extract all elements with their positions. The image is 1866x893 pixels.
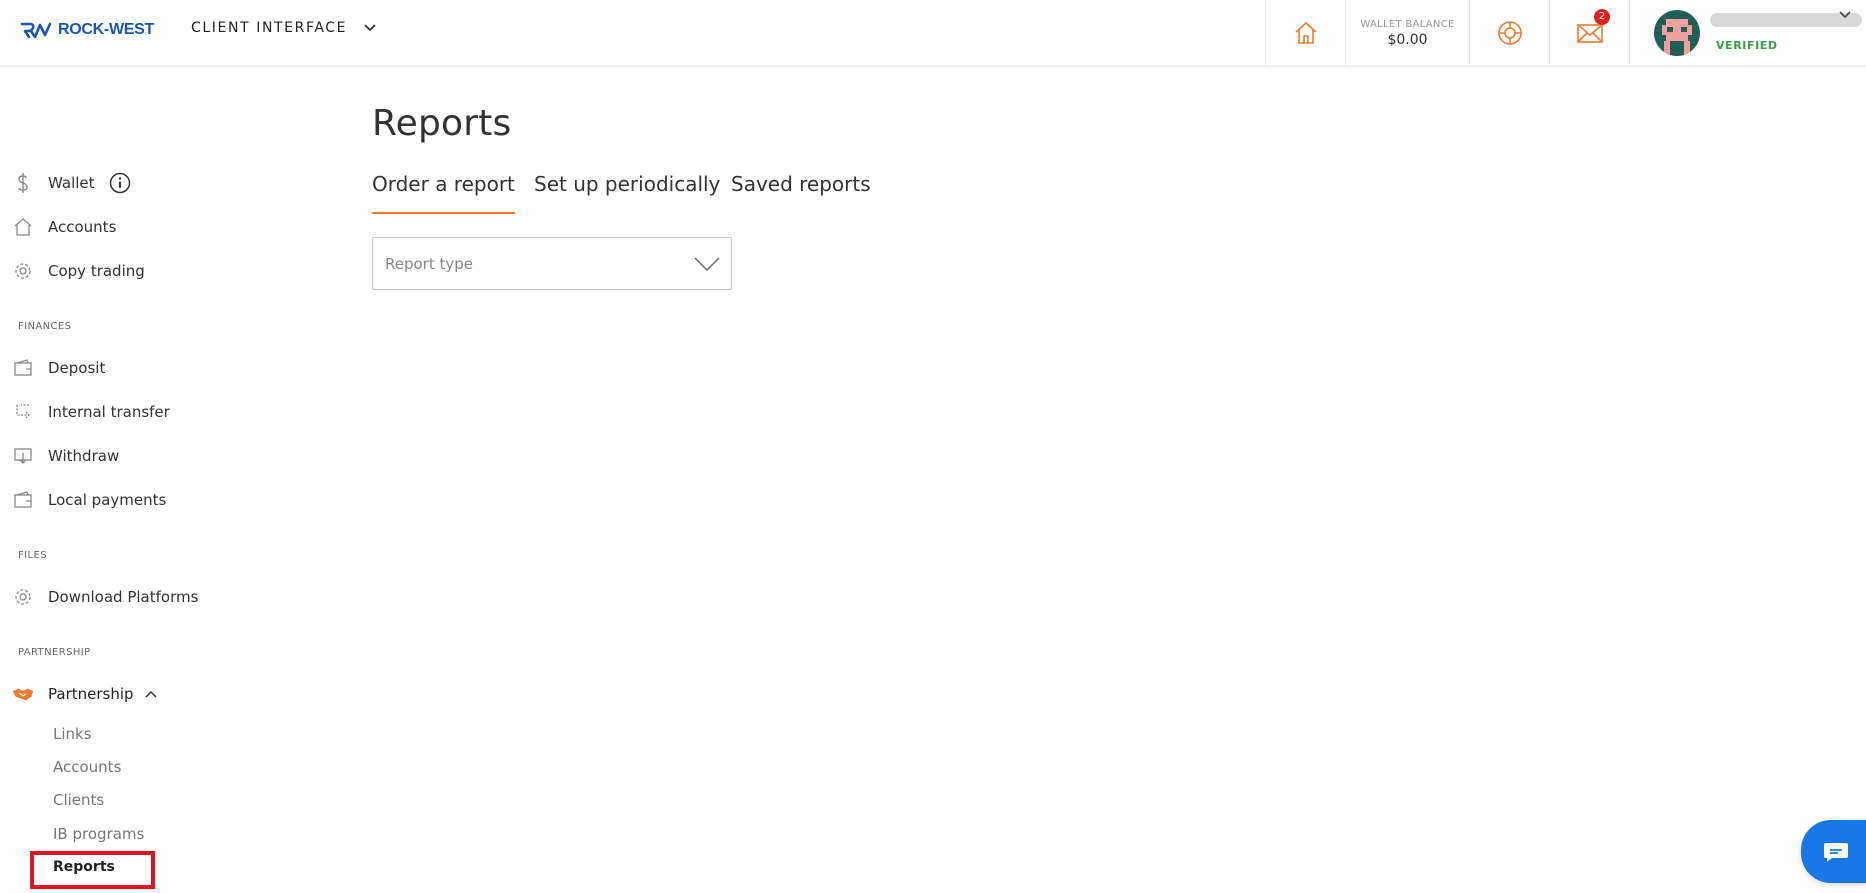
chevron-up-icon [145, 690, 157, 698]
sidebar-item-label: Partnership [48, 685, 134, 703]
rock-west-logo-icon [20, 22, 52, 39]
sidebar-item-copy-trading[interactable]: Copy trading [12, 258, 145, 284]
sidebar-item-label: Accounts [48, 218, 117, 236]
sidebar-item-label: Local payments [48, 491, 167, 509]
verified-status: VERIFIED [1716, 39, 1778, 52]
tab-set-up-periodically[interactable]: Set up periodically [534, 172, 720, 214]
support-lifebuoy-icon [1497, 21, 1522, 45]
support-button[interactable] [1469, 0, 1549, 66]
wallet-balance-value: $0.00 [1387, 31, 1428, 48]
section-heading-finances: FINANCES [18, 321, 72, 332]
sidebar-item-label: Wallet [48, 174, 95, 192]
client-interface-label: CLIENT INTERFACE [191, 20, 348, 36]
sidebar-item-label: Internal transfer [48, 403, 170, 421]
chevron-down-icon [364, 24, 376, 32]
brand-logo[interactable]: ROCK-WEST [20, 18, 154, 42]
tab-saved-reports[interactable]: Saved reports [731, 172, 871, 214]
brand-name: ROCK-WEST [58, 21, 154, 38]
sidebar-item-label: Download Platforms [48, 588, 199, 606]
sidebar-subitem-clients[interactable]: Clients [53, 791, 104, 809]
sidebar-item-label: Deposit [48, 359, 106, 377]
sidebar-item-internal-transfer[interactable]: Internal transfer [12, 399, 170, 425]
mail-icon [1576, 24, 1603, 43]
withdraw-icon [12, 445, 34, 467]
client-interface-dropdown[interactable]: CLIENT INTERFACE [191, 17, 377, 39]
chat-button[interactable] [1801, 820, 1866, 883]
sidebar-item-local-payments[interactable]: Local payments [12, 487, 166, 513]
sidebar-item-withdraw[interactable]: Withdraw [12, 443, 119, 469]
highlight-box [30, 851, 155, 889]
report-type-select[interactable]: Report type [372, 237, 732, 290]
dollar-icon [12, 172, 34, 194]
messages-button[interactable]: 2 [1549, 0, 1629, 66]
tab-order-a-report[interactable]: Order a report [372, 172, 515, 214]
wallet-balance[interactable]: WALLET BALANCE $0.00 [1345, 0, 1469, 66]
report-type-placeholder: Report type [385, 255, 474, 273]
user-menu[interactable]: VERIFIED [1629, 0, 1866, 66]
chevron-down-icon [1839, 11, 1851, 19]
chevron-down-icon [694, 257, 720, 271]
sidebar-item-wallet[interactable]: Wallet [12, 170, 131, 196]
sidebar-subitem-ib-programs[interactable]: IB programs [53, 825, 144, 843]
transfer-icon [12, 401, 34, 423]
wallet-icon [12, 489, 34, 511]
wallet-balance-label: WALLET BALANCE [1360, 18, 1455, 30]
avatar [1654, 10, 1700, 56]
wallet-icon [12, 357, 34, 379]
section-heading-files: FILES [18, 550, 47, 561]
chat-icon [1824, 842, 1848, 862]
mail-badge: 2 [1594, 9, 1610, 25]
page-title: Reports [372, 103, 512, 144]
home-button[interactable] [1265, 0, 1345, 66]
home-icon [12, 216, 34, 238]
sidebar-item-deposit[interactable]: Deposit [12, 355, 105, 381]
sidebar-item-accounts[interactable]: Accounts [12, 214, 116, 240]
sidebar-item-partnership[interactable]: Partnership [12, 681, 158, 707]
sidebar-item-label: Withdraw [48, 447, 120, 465]
sidebar-subitem-accounts[interactable]: Accounts [53, 758, 121, 776]
home-icon [1294, 22, 1317, 44]
info-icon[interactable] [109, 172, 131, 194]
sidebar-item-download-platforms[interactable]: Download Platforms [12, 584, 198, 610]
top-bar: ROCK-WEST CLIENT INTERFACE WALLET BALANC… [0, 0, 1866, 66]
gear-icon [12, 260, 34, 282]
handshake-icon [12, 683, 34, 705]
gear-icon [12, 586, 34, 608]
sidebar-subitem-links[interactable]: Links [53, 725, 92, 743]
sidebar-item-label: Copy trading [48, 262, 145, 280]
section-heading-partnership: PARTNERSHIP [18, 647, 91, 658]
